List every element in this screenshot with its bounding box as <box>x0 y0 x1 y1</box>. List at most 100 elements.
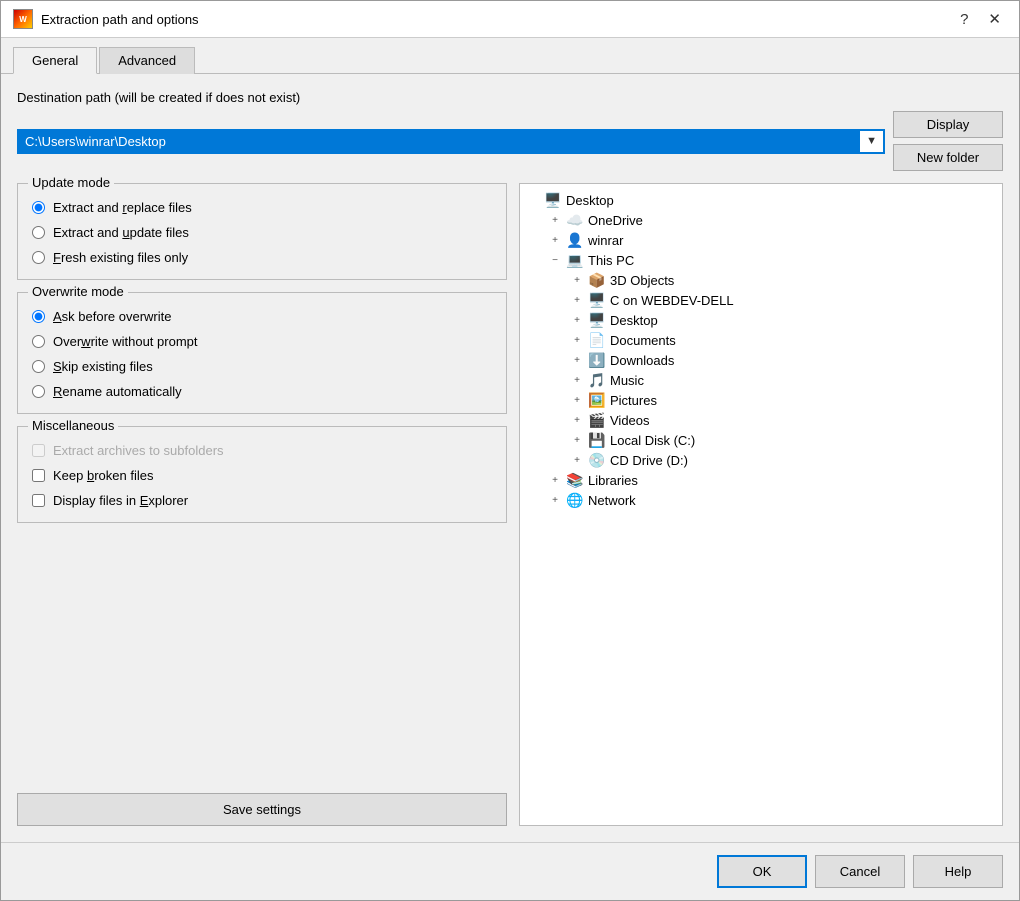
path-input-container: C:\Users\winrar\Desktop ▼ <box>17 129 885 154</box>
expand-icon-3d: + <box>570 275 584 286</box>
destination-label: Destination path (will be created if doe… <box>17 90 1003 105</box>
miscellaneous-group: Miscellaneous Extract archives to subfol… <box>17 426 507 523</box>
tree-item-cd-drive[interactable]: + 💿 CD Drive (D:) <box>526 450 996 470</box>
tree-item-pictures[interactable]: + 🖼️ Pictures <box>526 390 996 410</box>
radio-extract-replace[interactable]: Extract and replace files <box>32 200 492 215</box>
expand-icon-this-pc: − <box>548 255 562 266</box>
check-display-explorer[interactable]: Display files in Explorer <box>32 493 492 508</box>
tree-label-cd-drive: CD Drive (D:) <box>610 453 688 468</box>
tree-label-c-drive: C on WEBDEV-DELL <box>610 293 734 308</box>
tree-item-3d-objects[interactable]: + 📦 3D Objects <box>526 270 996 290</box>
ok-button[interactable]: OK <box>717 855 807 888</box>
radio-fresh-existing[interactable]: Fresh existing files only <box>32 250 492 265</box>
destination-section: Destination path (will be created if doe… <box>17 90 1003 171</box>
tab-bar: General Advanced <box>1 38 1019 73</box>
tree-item-local-disk[interactable]: + 💾 Local Disk (C:) <box>526 430 996 450</box>
check-keep-broken[interactable]: Keep broken files <box>32 468 492 483</box>
overwrite-mode-label: Overwrite mode <box>28 284 128 299</box>
tree-item-desktop[interactable]: 🖥️ Desktop <box>526 190 996 210</box>
cd-drive-icon: 💿 <box>588 452 606 468</box>
folder-tree[interactable]: 🖥️ Desktop + ☁️ OneDrive + 👤 winrar <box>519 183 1003 826</box>
tree-label-music: Music <box>610 373 644 388</box>
tree-label-pictures: Pictures <box>610 393 657 408</box>
display-button[interactable]: Display <box>893 111 1003 138</box>
this-pc-icon: 💻 <box>566 252 584 268</box>
expand-icon-winrar: + <box>548 235 562 246</box>
rename-auto-label: Rename automatically <box>53 384 182 399</box>
desktop2-icon: 🖥️ <box>588 312 606 328</box>
dialog-title: Extraction path and options <box>41 12 946 27</box>
app-icon: W <box>13 9 33 29</box>
misc-items: Extract archives to subfolders Keep brok… <box>32 443 492 508</box>
expand-icon-libraries: + <box>548 475 562 486</box>
tree-item-onedrive[interactable]: + ☁️ OneDrive <box>526 210 996 230</box>
tree-item-downloads[interactable]: + ⬇️ Downloads <box>526 350 996 370</box>
tree-item-videos[interactable]: + 🎬 Videos <box>526 410 996 430</box>
downloads-icon: ⬇️ <box>588 352 606 368</box>
radio-rename-auto[interactable]: Rename automatically <box>32 384 492 399</box>
local-disk-icon: 💾 <box>588 432 606 448</box>
radio-skip-existing[interactable]: Skip existing files <box>32 359 492 374</box>
3d-objects-icon: 📦 <box>588 272 606 288</box>
videos-icon: 🎬 <box>588 412 606 428</box>
tree-item-documents[interactable]: + 📄 Documents <box>526 330 996 350</box>
help-title-button[interactable]: ? <box>954 10 974 29</box>
path-dropdown-arrow[interactable]: ▼ <box>860 132 883 150</box>
onedrive-icon: ☁️ <box>566 212 584 228</box>
skip-existing-label: Skip existing files <box>53 359 153 374</box>
tree-label-this-pc: This PC <box>588 253 634 268</box>
pictures-icon: 🖼️ <box>588 392 606 408</box>
expand-icon-cdrive: + <box>570 295 584 306</box>
tree-item-winrar[interactable]: + 👤 winrar <box>526 230 996 250</box>
expand-icon-onedrive: + <box>548 215 562 226</box>
tree-item-desktop2[interactable]: + 🖥️ Desktop <box>526 310 996 330</box>
right-buttons: Display New folder <box>893 111 1003 171</box>
tree-item-music[interactable]: + 🎵 Music <box>526 370 996 390</box>
desktop-icon: 🖥️ <box>544 192 562 208</box>
tree-item-network[interactable]: + 🌐 Network <box>526 490 996 510</box>
tree-item-libraries[interactable]: + 📚 Libraries <box>526 470 996 490</box>
expand-icon-videos: + <box>570 415 584 426</box>
miscellaneous-label: Miscellaneous <box>28 418 118 433</box>
tree-item-c-drive[interactable]: + 🖥️ C on WEBDEV-DELL <box>526 290 996 310</box>
help-button[interactable]: Help <box>913 855 1003 888</box>
tree-label-onedrive: OneDrive <box>588 213 643 228</box>
cdrive-icon: 🖥️ <box>588 292 606 308</box>
tab-advanced[interactable]: Advanced <box>99 47 195 74</box>
tree-label-downloads: Downloads <box>610 353 674 368</box>
display-explorer-label: Display files in Explorer <box>53 493 188 508</box>
tree-label-desktop2: Desktop <box>610 313 658 328</box>
new-folder-button[interactable]: New folder <box>893 144 1003 171</box>
radio-overwrite-no-prompt[interactable]: Overwrite without prompt <box>32 334 492 349</box>
update-mode-options: Extract and replace files Extract and up… <box>32 200 492 265</box>
music-icon: 🎵 <box>588 372 606 388</box>
extract-subfolders-label: Extract archives to subfolders <box>53 443 224 458</box>
expand-icon-local-disk: + <box>570 435 584 446</box>
expand-icon-music: + <box>570 375 584 386</box>
dialog-footer: OK Cancel Help <box>1 842 1019 900</box>
tree-item-this-pc[interactable]: − 💻 This PC <box>526 250 996 270</box>
close-button[interactable]: ✕ <box>982 10 1007 29</box>
save-settings-button[interactable]: Save settings <box>17 793 507 826</box>
dialog-window: W Extraction path and options ? ✕ Genera… <box>0 0 1020 901</box>
tree-label-3d-objects: 3D Objects <box>610 273 674 288</box>
radio-ask-before[interactable]: Ask before overwrite <box>32 309 492 324</box>
title-bar: W Extraction path and options ? ✕ <box>1 1 1019 38</box>
ask-before-label: Ask before overwrite <box>53 309 172 324</box>
overwrite-mode-group: Overwrite mode Ask before overwrite Over… <box>17 292 507 414</box>
libraries-icon: 📚 <box>566 472 584 488</box>
expand-icon-desktop2: + <box>570 315 584 326</box>
update-mode-label: Update mode <box>28 175 114 190</box>
keep-broken-label: Keep broken files <box>53 468 153 483</box>
left-panel: Update mode Extract and replace files Ex… <box>17 183 507 826</box>
title-controls: ? ✕ <box>954 10 1007 29</box>
tree-label-videos: Videos <box>610 413 650 428</box>
tree-label-documents: Documents <box>610 333 676 348</box>
main-row: Update mode Extract and replace files Ex… <box>17 183 1003 826</box>
extract-update-label: Extract and update files <box>53 225 189 240</box>
tab-general[interactable]: General <box>13 47 97 74</box>
check-extract-subfolders[interactable]: Extract archives to subfolders <box>32 443 492 458</box>
cancel-button[interactable]: Cancel <box>815 855 905 888</box>
overwrite-no-prompt-label: Overwrite without prompt <box>53 334 198 349</box>
radio-extract-update[interactable]: Extract and update files <box>32 225 492 240</box>
